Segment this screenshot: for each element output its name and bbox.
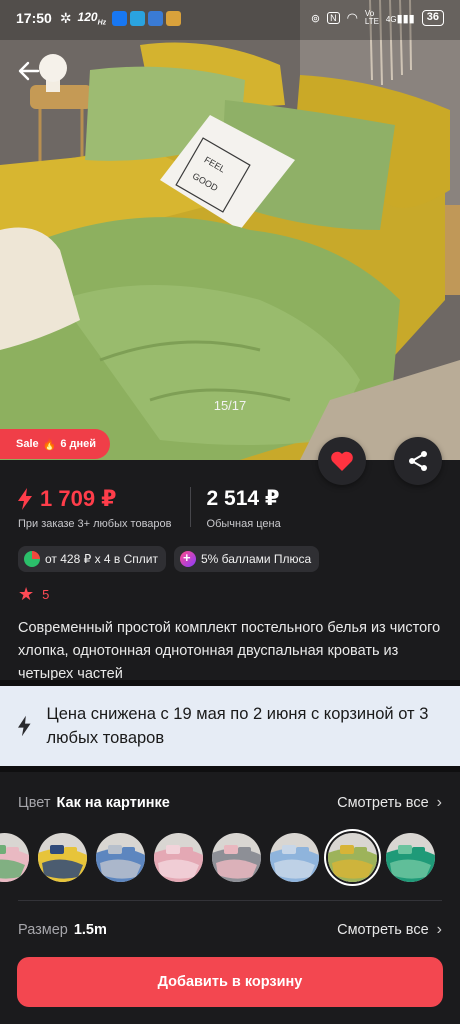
game-icon: [166, 10, 182, 26]
swatch-thumbnail: [96, 833, 145, 882]
color-swatch-green-yellow[interactable]: [328, 833, 377, 882]
plus-points-label: 5% баллами Плюса: [200, 552, 312, 566]
swatch-thumbnail: [328, 833, 377, 882]
color-swatches: [0, 833, 435, 882]
current-price-value: 1 709 ₽: [40, 486, 117, 511]
lightning-icon: [18, 488, 32, 510]
fire-icon: 🔥: [42, 438, 57, 451]
status-time: 17:50: [16, 10, 52, 26]
color-swatch-pink[interactable]: [154, 833, 203, 882]
regular-price-note: Обычная цена: [206, 518, 281, 530]
color-row: Цвет Как на картинке Смотреть все ›: [18, 794, 442, 812]
rating-value: 5: [42, 587, 50, 602]
nfc-icon: ⊚: [310, 12, 321, 25]
payment-chips: от 428 ₽ x 4 в Сплит + 5% баллами Плюса: [18, 546, 442, 572]
promo-text: Цена снижена с 19 мая по 2 июня с корзин…: [46, 705, 429, 747]
heart-icon: [331, 451, 353, 471]
status-bar: 17:50 ✲ 120Hz ⊚ N ◠ Vo LTE 4G▮▮▮ 36: [0, 0, 460, 36]
star-icon: ★: [18, 584, 35, 604]
favorite-button[interactable]: [318, 437, 366, 485]
wifi-icon: ◠: [346, 10, 358, 25]
pinwheel-icon: ✲: [59, 9, 72, 26]
current-price-note: При заказе 3+ любых товаров: [18, 518, 172, 530]
price-section: 1 709 ₽ При заказе 3+ любых товаров 2 51…: [0, 460, 460, 686]
app-icon: [148, 10, 164, 26]
volte-label: Vo LTE: [364, 9, 379, 26]
color-swatch-gray-pink[interactable]: [212, 833, 261, 882]
plus-points-chip[interactable]: + 5% баллами Плюса: [173, 546, 320, 572]
share-button[interactable]: [394, 437, 442, 485]
price-divider: [189, 487, 191, 527]
chevron-right-icon: ›: [436, 921, 442, 938]
size-label: Размер: [18, 922, 68, 938]
color-see-all-label: Смотреть все: [337, 795, 429, 811]
color-value: Как на картинке: [56, 795, 170, 811]
product-title: Современный простой комплект постельного…: [18, 620, 441, 682]
color-swatch-blue-gray[interactable]: [96, 833, 145, 882]
split-icon: [24, 551, 40, 567]
sale-badge: Sale 🔥 6 дней: [0, 429, 111, 459]
arrow-left-icon: [18, 61, 40, 81]
add-to-cart-button[interactable]: Добавить в корзину: [17, 957, 443, 1007]
swatch-thumbnail: [38, 833, 87, 882]
gallery-counter: 15/17: [213, 398, 247, 413]
plus-points-icon: +: [179, 550, 196, 567]
color-see-all-button[interactable]: Смотреть все ›: [337, 794, 442, 812]
size-see-all-button[interactable]: Смотреть все ›: [337, 921, 442, 939]
section-separator: [0, 766, 460, 772]
current-price: 1 709 ₽: [18, 485, 172, 513]
telegram-icon: [130, 10, 146, 26]
product-gallery[interactable]: FEEL GOOD 17:50 ✲ 120Hz ⊚ N ◠ Vo LTE 4G▮…: [0, 0, 460, 460]
battery-indicator: 36: [421, 10, 444, 26]
back-button[interactable]: [14, 56, 44, 86]
regular-price: 2 514 ₽: [206, 487, 280, 510]
color-swatch-yellow-navy[interactable]: [38, 833, 87, 882]
chevron-right-icon: ›: [436, 794, 442, 811]
size-row: Размер 1.5m Смотреть все ›: [18, 921, 442, 939]
swatch-thumbnail: [212, 833, 261, 882]
color-swatch-pink-green[interactable]: [0, 833, 29, 882]
split-chip-label: от 428 ₽ x 4 в Сплит: [45, 552, 158, 566]
size-see-all-label: Смотреть все: [337, 922, 429, 938]
color-swatch-light-blue[interactable]: [270, 833, 319, 882]
share-icon: [409, 451, 427, 471]
divider: [18, 900, 442, 901]
rating[interactable]: ★ 5: [18, 584, 442, 605]
color-swatch-green-teal[interactable]: [386, 833, 435, 882]
refresh-rate: 120Hz: [77, 9, 107, 27]
facebook-icon: [112, 10, 128, 26]
lightning-icon: [18, 715, 31, 737]
size-value: 1.5m: [73, 922, 107, 938]
signal-icon: 4G▮▮▮: [385, 12, 415, 25]
product-photo: FEEL GOOD: [0, 0, 460, 460]
split-chip[interactable]: от 428 ₽ x 4 в Сплит: [18, 546, 166, 572]
sale-label: Sale: [16, 438, 39, 450]
swatch-thumbnail: [270, 833, 319, 882]
color-label: Цвет: [18, 795, 51, 811]
promo-banner[interactable]: Цена снижена с 19 мая по 2 июня с корзин…: [0, 686, 460, 766]
swatch-thumbnail: [0, 833, 29, 882]
swatch-thumbnail: [386, 833, 435, 882]
sale-days: 6 дней: [60, 438, 97, 450]
swatch-thumbnail: [154, 833, 203, 882]
n-icon: N: [327, 12, 340, 24]
